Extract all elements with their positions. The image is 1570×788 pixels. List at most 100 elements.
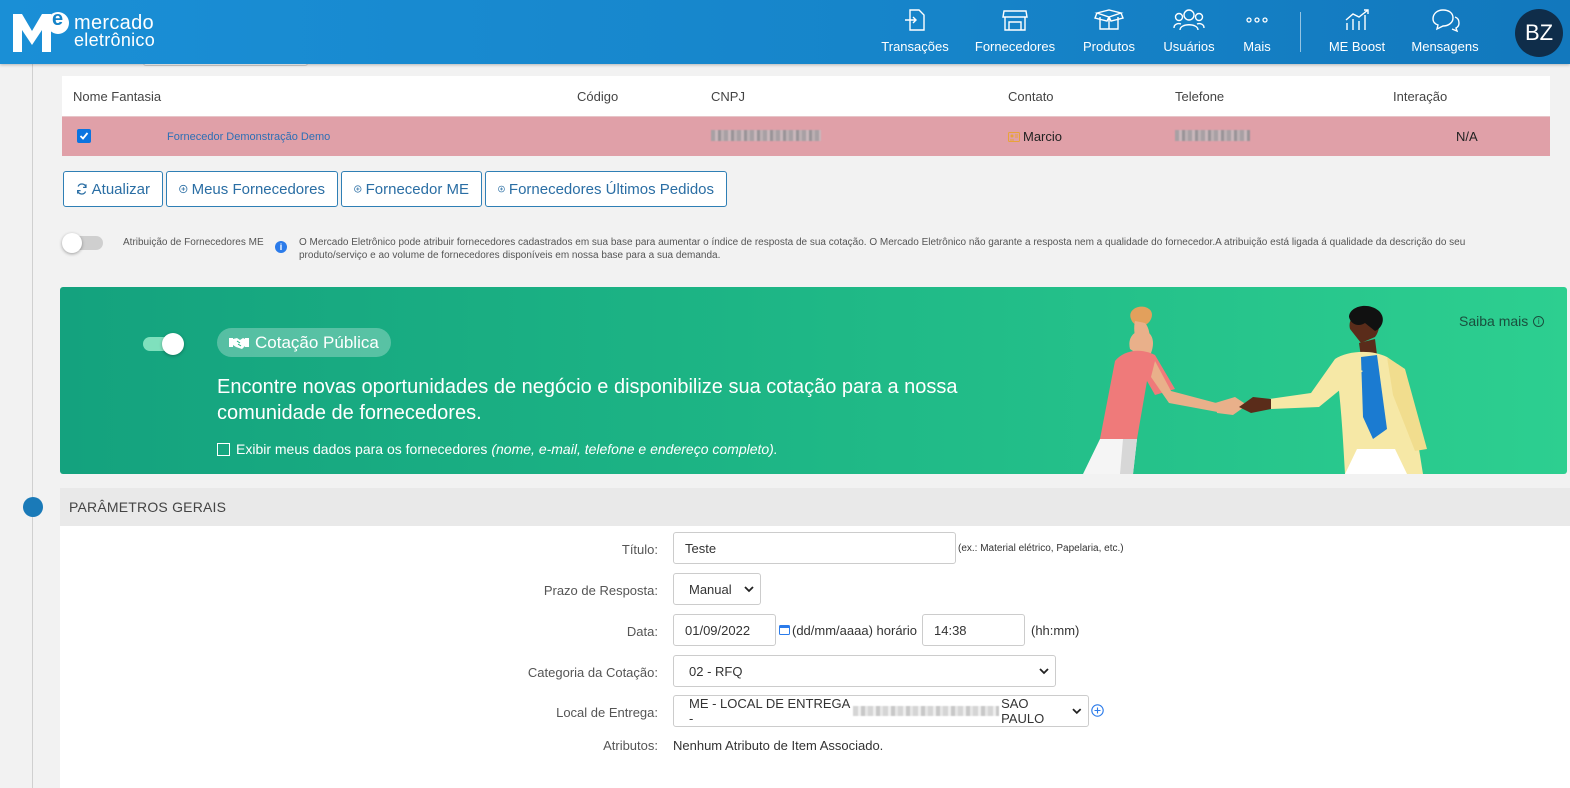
contact-name: Marcio [1023, 129, 1063, 144]
title-label: Título: [621, 542, 658, 557]
learn-more-label: Saiba mais [1459, 313, 1529, 329]
handshake-icon [229, 337, 249, 349]
chevron-down-icon [1039, 668, 1049, 675]
column-header-cnpj[interactable]: CNPJ [711, 89, 745, 104]
public-quotation-banner: Cotação Pública Encontre novas oportunid… [60, 287, 1567, 474]
nav-label: Usuários [1163, 39, 1215, 54]
nav-label: Transações [881, 39, 949, 54]
date-input[interactable]: 01/09/2022 [673, 614, 776, 646]
info-icon[interactable]: i [275, 241, 287, 253]
mercado-eletronico-logo[interactable]: e mercado eletrônico [12, 8, 156, 53]
title-input-value: Teste [685, 540, 717, 556]
transactions-icon [905, 9, 925, 31]
phone-redacted [1175, 130, 1250, 141]
time-input[interactable]: 14:38 [922, 614, 1025, 646]
date-label: Data: [626, 624, 658, 639]
plus-circle-icon [354, 185, 362, 193]
timeline-step-marker [23, 497, 43, 517]
public-quotation-toggle[interactable] [143, 333, 184, 355]
my-suppliers-button[interactable]: Meus Fornecedores [166, 171, 338, 207]
nav-divider [1300, 12, 1301, 52]
handshake-illustration [1083, 305, 1427, 474]
address-redacted [853, 706, 1000, 716]
attributes-value: Nenhum Atributo de Item Associado. [673, 738, 884, 753]
refresh-icon [77, 183, 87, 195]
column-header-contato[interactable]: Contato [1008, 89, 1054, 104]
show-my-data-label: Exibir meus dados para os fornecedores [236, 441, 488, 457]
calendar-icon[interactable] [779, 624, 790, 635]
attributes-label: Atributos: [603, 738, 658, 753]
chevron-down-icon [1072, 708, 1082, 715]
deadline-label: Prazo de Resposta: [543, 583, 658, 598]
column-header-codigo[interactable]: Código [577, 89, 618, 104]
contact-card-icon [1008, 131, 1020, 142]
category-select-value: 02 - RFQ [689, 663, 743, 679]
store-icon [1002, 10, 1028, 31]
refresh-button-label: Atualizar [91, 180, 150, 198]
nav-produtos[interactable]: Produtos [1080, 0, 1138, 64]
show-my-data-details: (nome, e-mail, telefone e endereço compl… [491, 441, 778, 457]
nav-transacoes[interactable]: Transações [880, 0, 950, 64]
toggle-knob [162, 333, 184, 355]
nav-label: Produtos [1082, 39, 1136, 54]
time-format-hint: (hh:mm) [1031, 623, 1080, 638]
contact-cell: Marcio [1008, 129, 1062, 144]
nav-fornecedores[interactable]: Fornecedores [975, 0, 1055, 64]
me-attribution-label: Atribuição de Fornecedores ME [123, 237, 264, 248]
column-header-nome-fantasia[interactable]: Nome Fantasia [73, 89, 161, 104]
time-input-value: 14:38 [934, 622, 967, 638]
timeline-line [32, 64, 33, 788]
last-orders-label: Fornecedores Últimos Pedidos [508, 180, 714, 198]
nav-usuarios[interactable]: Usuários [1162, 0, 1216, 64]
logo-text-line2: eletrônico [74, 30, 156, 50]
nav-me-boost[interactable]: ME Boost [1327, 0, 1387, 64]
refresh-button[interactable]: Atualizar [63, 171, 163, 207]
last-orders-suppliers-button[interactable]: Fornecedores Últimos Pedidos [485, 171, 727, 207]
info-circle-icon: i [1533, 315, 1545, 327]
delivery-select[interactable]: ME - LOCAL DE ENTREGA - SAO PAULO [673, 695, 1089, 727]
nav-label: ME Boost [1328, 39, 1386, 54]
nav-label: Mais [1243, 39, 1271, 54]
delivery-select-value: ME - LOCAL DE ENTREGA - SAO PAULO [689, 696, 1072, 726]
plus-circle-icon [179, 184, 188, 194]
nav-mensagens[interactable]: Mensagens [1410, 0, 1480, 64]
logo-mark-letter: e [52, 8, 64, 30]
title-input[interactable]: Teste [673, 532, 956, 564]
delivery-label: Local de Entrega: [556, 705, 658, 720]
me-attribution-toggle[interactable] [62, 233, 103, 253]
box-icon [1094, 9, 1124, 30]
add-delivery-location-icon[interactable] [1091, 704, 1104, 717]
table-row[interactable]: Fornecedor Demonstração Demo Marcio N/A [62, 116, 1550, 156]
chevron-down-icon [744, 586, 754, 593]
title-hint: (ex.: Material elétrico, Papelaria, etc.… [958, 543, 1124, 554]
me-attribution-description: O Mercado Eletrônico pode atribuir forne… [299, 237, 1466, 261]
delivery-suffix: SAO PAULO [1001, 696, 1045, 726]
general-parameters-header[interactable]: PARÂMETROS GERAIS [60, 488, 1570, 526]
column-header-interacao[interactable]: Interação [1393, 89, 1447, 104]
date-format-hint: (dd/mm/aaaa) horário [792, 623, 917, 638]
check-icon [79, 132, 89, 140]
nav-label: Fornecedores [974, 39, 1056, 54]
public-quotation-badge-label: Cotação Pública [255, 332, 379, 352]
row-checkbox[interactable] [77, 129, 91, 143]
toggle-knob [62, 233, 82, 253]
me-supplier-label: Fornecedor ME [365, 180, 469, 198]
nav-mais[interactable]: Mais [1240, 0, 1274, 64]
supplier-name-link[interactable]: Fornecedor Demonstração Demo [167, 131, 330, 143]
show-my-data-option[interactable]: Exibir meus dados para os fornecedores (… [217, 441, 778, 457]
logo-mark-icon: e [12, 8, 70, 53]
delivery-prefix: ME - LOCAL DE ENTREGA - [689, 696, 850, 726]
show-my-data-checkbox[interactable] [217, 442, 230, 456]
deadline-select-value: Manual [689, 581, 732, 597]
public-quotation-badge: Cotação Pública [217, 328, 391, 357]
category-select[interactable]: 02 - RFQ [673, 655, 1056, 687]
chat-icon [1432, 9, 1460, 33]
plus-circle-icon [498, 185, 505, 193]
more-icon [1246, 17, 1268, 23]
column-header-telefone[interactable]: Telefone [1175, 89, 1224, 104]
me-supplier-button[interactable]: Fornecedor ME [341, 171, 482, 207]
learn-more-link[interactable]: Saiba mais i [1459, 313, 1545, 329]
deadline-select[interactable]: Manual [673, 573, 761, 605]
nav-label: Mensagens [1411, 39, 1479, 54]
user-avatar[interactable]: BZ [1515, 9, 1563, 57]
